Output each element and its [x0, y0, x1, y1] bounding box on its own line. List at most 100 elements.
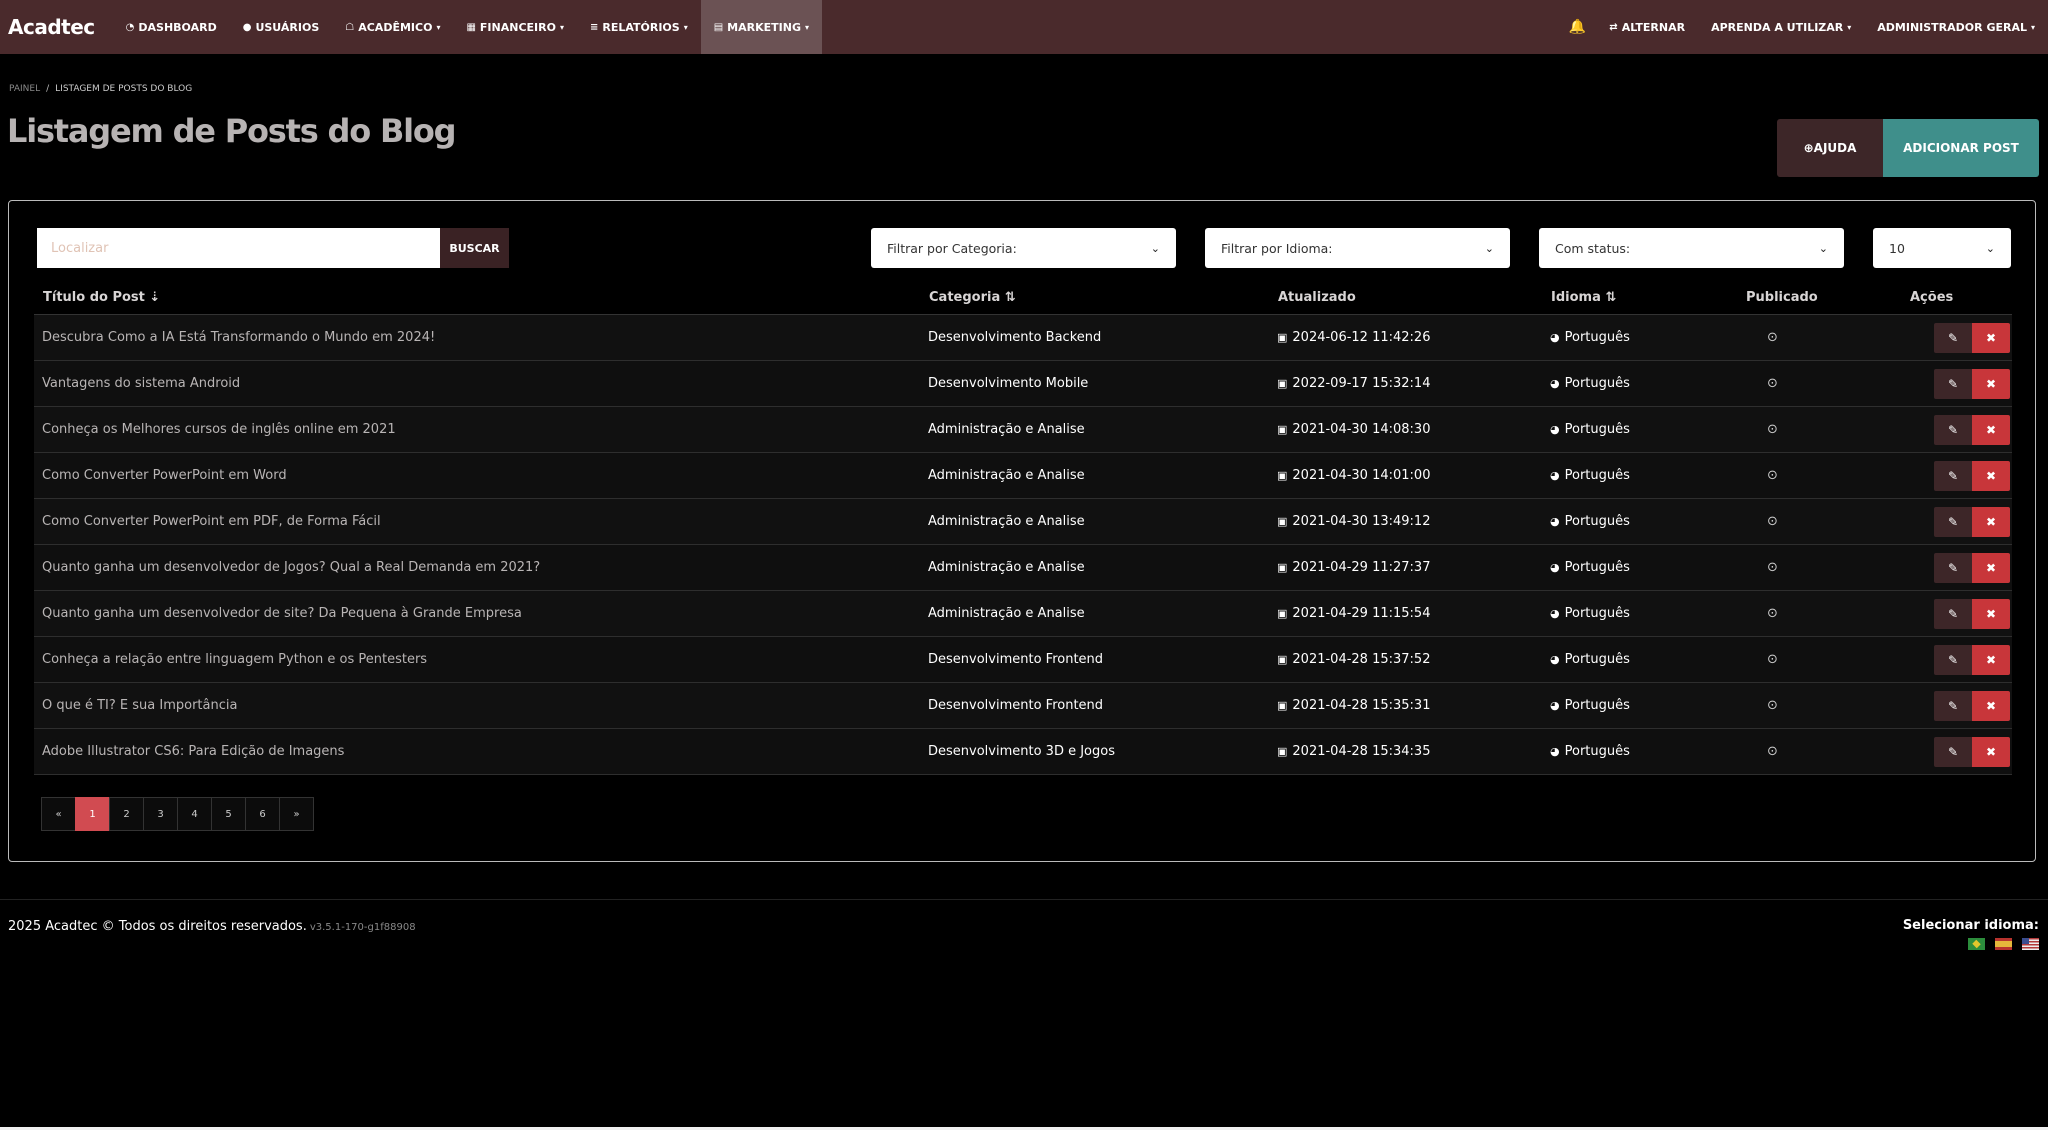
- updated-value: 2024-06-12 11:42:26: [1292, 330, 1431, 345]
- post-updated: ▣ 2021-04-29 11:27:37: [1277, 545, 1430, 590]
- edit-icon[interactable]: ✎: [1934, 414, 1972, 445]
- trash-icon[interactable]: ✖: [1972, 506, 2010, 537]
- pagination-prev[interactable]: «: [41, 797, 76, 831]
- edit-icon[interactable]: ✎: [1934, 736, 1972, 767]
- published-check-icon: ⊙: [1767, 698, 1778, 713]
- trash-icon[interactable]: ✖: [1972, 644, 2010, 675]
- header-category-label: Categoria: [929, 290, 1001, 305]
- table-row: Como Converter PowerPoint em Word Adminis…: [34, 453, 2012, 499]
- trash-icon[interactable]: ✖: [1972, 552, 2010, 583]
- search-button[interactable]: BUSCAR: [440, 228, 509, 268]
- pagination-page-4[interactable]: 4: [177, 797, 212, 831]
- lifebuoy-icon: ⊕: [1803, 141, 1814, 155]
- post-title[interactable]: Como Converter PowerPoint em PDF, de For…: [42, 499, 381, 544]
- edit-icon[interactable]: ✎: [1934, 368, 1972, 399]
- pagination-next[interactable]: »: [279, 797, 314, 831]
- edit-icon[interactable]: ✎: [1934, 506, 1972, 537]
- post-updated: ▣ 2021-04-30 13:49:12: [1277, 499, 1430, 544]
- header-title[interactable]: Título do Post ⇣: [43, 290, 160, 305]
- per-page-select[interactable]: 10 ⌄: [1873, 228, 2011, 268]
- spain-flag-icon[interactable]: [1995, 938, 2012, 950]
- published-check-icon: ⊙: [1767, 422, 1778, 437]
- page-actions: ⊕ AJUDA ADICIONAR POST: [1777, 119, 2039, 177]
- status-filter-select[interactable]: Com status: ⌄: [1539, 228, 1844, 268]
- edit-icon[interactable]: ✎: [1934, 552, 1972, 583]
- post-category: Administração e Analise: [928, 422, 1085, 437]
- header-language[interactable]: Idioma ⇅: [1551, 290, 1616, 305]
- post-title[interactable]: Conheça os Melhores cursos de inglês onl…: [42, 407, 396, 452]
- help-button[interactable]: ⊕ AJUDA: [1777, 119, 1883, 177]
- pagination-page-3[interactable]: 3: [143, 797, 178, 831]
- published-check-icon: ⊙: [1767, 652, 1778, 667]
- globe-icon: ◕: [1550, 423, 1560, 436]
- status-filter-value: Com status:: [1555, 240, 1631, 256]
- pagination-page-2[interactable]: 2: [109, 797, 144, 831]
- globe-icon: ◕: [1550, 515, 1560, 528]
- post-title[interactable]: Como Converter PowerPoint em Word: [42, 453, 287, 498]
- edit-icon[interactable]: ✎: [1934, 598, 1972, 629]
- per-page-value: 10: [1889, 240, 1905, 256]
- trash-icon[interactable]: ✖: [1972, 322, 2010, 353]
- nav-marketing[interactable]: ▤ MARKETING ▾: [700, 0, 822, 54]
- nav-right: 🔔 ⇄ ALTERNAR APRENDA A UTILIZAR ▾ ADMINI…: [1559, 0, 2048, 54]
- trash-icon[interactable]: ✖: [1972, 414, 2010, 445]
- add-post-button[interactable]: ADICIONAR POST: [1883, 119, 2039, 177]
- post-title[interactable]: O que é TI? E sua Importância: [42, 683, 237, 728]
- post-updated: ▣ 2024-06-12 11:42:26: [1277, 315, 1430, 360]
- updated-value: 2021-04-28 15:37:52: [1292, 652, 1431, 667]
- post-title[interactable]: Vantagens do sistema Android: [42, 361, 240, 406]
- chart-icon: ≡: [589, 21, 599, 33]
- updated-value: 2021-04-28 15:34:35: [1292, 744, 1431, 759]
- post-language: ◕ Português: [1550, 407, 1630, 452]
- post-title[interactable]: Descubra Como a IA Está Transformando o …: [42, 315, 435, 360]
- sort-icon: ⇅: [1004, 290, 1016, 305]
- table-row: Conheça a relação entre linguagem Python…: [34, 637, 2012, 683]
- usa-flag-icon[interactable]: [2022, 938, 2039, 950]
- nav-relatorios[interactable]: ≡ RELATÓRIOS ▾: [577, 0, 701, 54]
- header-category[interactable]: Categoria ⇅: [929, 290, 1016, 305]
- post-title[interactable]: Conheça a relação entre linguagem Python…: [42, 637, 427, 682]
- nav-dashboard[interactable]: ◔ DASHBOARD: [113, 0, 230, 54]
- pagination-page-1[interactable]: 1: [75, 797, 110, 831]
- pagination-page-5[interactable]: 5: [211, 797, 246, 831]
- page-title: Listagem de Posts do Blog: [7, 112, 457, 150]
- language-selector-label: Selecionar idioma:: [1902, 918, 2039, 933]
- breadcrumb-separator: /: [46, 84, 50, 94]
- nav-financeiro[interactable]: ▦ FINANCEIRO ▾: [453, 0, 577, 54]
- brazil-flag-icon[interactable]: [1968, 938, 1985, 950]
- toggle-button[interactable]: ⇄ ALTERNAR: [1596, 0, 1698, 54]
- brand-logo[interactable]: Acadtec: [8, 15, 95, 39]
- breadcrumb-current: LISTAGEM DE POSTS DO BLOG: [55, 84, 193, 94]
- user-menu[interactable]: ADMINISTRADOR GERAL ▾: [1864, 0, 2048, 54]
- language-filter-select[interactable]: Filtrar por Idioma: ⌄: [1205, 228, 1510, 268]
- post-title[interactable]: Adobe Illustrator CS6: Para Edição de Im…: [42, 729, 344, 774]
- trash-icon[interactable]: ✖: [1972, 598, 2010, 629]
- edit-icon[interactable]: ✎: [1934, 460, 1972, 491]
- search-input[interactable]: [37, 228, 440, 268]
- post-updated: ▣ 2021-04-28 15:34:35: [1277, 729, 1430, 774]
- edit-icon[interactable]: ✎: [1934, 690, 1972, 721]
- trash-icon[interactable]: ✖: [1972, 368, 2010, 399]
- bell-icon[interactable]: 🔔: [1559, 19, 1596, 35]
- pagination-page-6[interactable]: 6: [245, 797, 280, 831]
- caret-down-icon: ▾: [1847, 22, 1852, 32]
- category-filter-select[interactable]: Filtrar por Categoria: ⌄: [871, 228, 1176, 268]
- breadcrumb-home[interactable]: PAINEL: [9, 84, 40, 94]
- post-title[interactable]: Quanto ganha um desenvolvedor de site? D…: [42, 591, 522, 636]
- caret-down-icon: ▾: [683, 22, 688, 32]
- table-row: Adobe Illustrator CS6: Para Edição de Im…: [34, 729, 2012, 775]
- globe-icon: ◕: [1550, 331, 1560, 344]
- trash-icon[interactable]: ✖: [1972, 690, 2010, 721]
- post-category: Administração e Analise: [928, 514, 1085, 529]
- nav-usuarios[interactable]: ● USUÁRIOS: [230, 0, 333, 54]
- trash-icon[interactable]: ✖: [1972, 460, 2010, 491]
- updated-value: 2021-04-29 11:27:37: [1292, 560, 1431, 575]
- nav-academico[interactable]: ☖ ACADÊMICO ▾: [332, 0, 453, 54]
- edit-icon[interactable]: ✎: [1934, 322, 1972, 353]
- post-title[interactable]: Quanto ganha um desenvolvedor de Jogos? …: [42, 545, 540, 590]
- learn-menu[interactable]: APRENDA A UTILIZAR ▾: [1698, 0, 1864, 54]
- edit-icon[interactable]: ✎: [1934, 644, 1972, 675]
- post-category: Desenvolvimento 3D e Jogos: [928, 744, 1115, 759]
- trash-icon[interactable]: ✖: [1972, 736, 2010, 767]
- updated-value: 2021-04-28 15:35:31: [1292, 698, 1431, 713]
